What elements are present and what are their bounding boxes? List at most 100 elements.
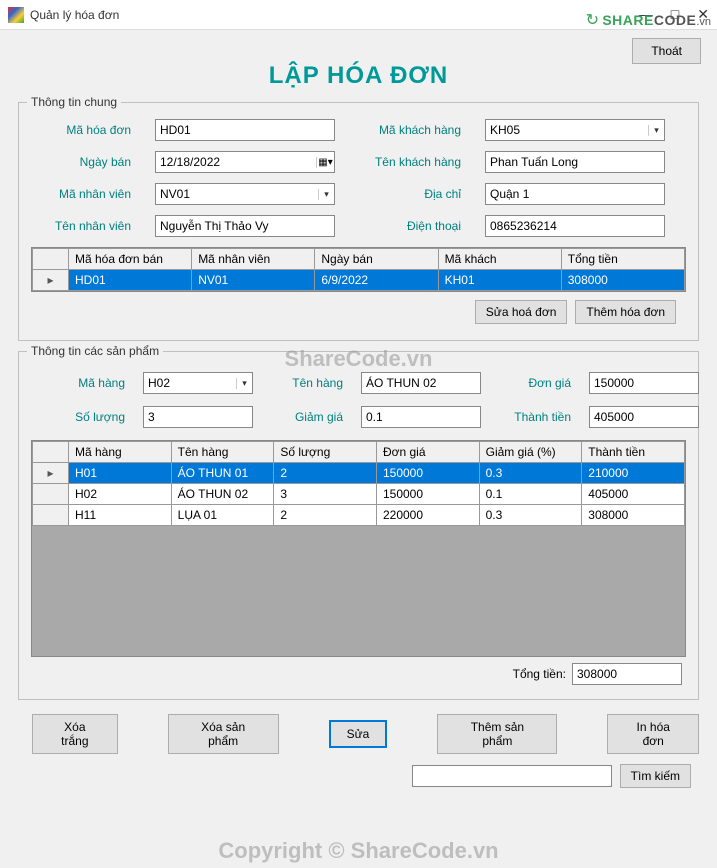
table-cell[interactable]: 150000 [376, 463, 479, 484]
products-legend: Thông tin các sản phẩm [27, 344, 163, 358]
delete-product-button[interactable]: Xóa sản phẩm [168, 714, 279, 754]
watermark-copyright: Copyright © ShareCode.vn [0, 838, 717, 864]
table-cell[interactable]: H02 [69, 484, 172, 505]
combo-mahang-input[interactable] [144, 373, 236, 393]
table-row[interactable]: H02ÁO THUN 0231500000.1405000 [33, 484, 685, 505]
table-cell[interactable]: 0.3 [479, 463, 582, 484]
page-title: LẬP HÓA ĐƠN [8, 62, 709, 90]
table-cell[interactable]: ÁO THUN 02 [171, 484, 274, 505]
invoice-grid[interactable]: Mã hóa đơn bánMã nhân viênNgày bánMã khá… [31, 247, 686, 292]
label-tenhang: Tên hàng [267, 376, 347, 390]
input-tennv[interactable] [155, 215, 335, 237]
input-total[interactable] [572, 663, 682, 685]
label-giamgia: Giảm giá [267, 410, 347, 424]
label-ngayban: Ngày bán [35, 155, 135, 169]
add-product-button[interactable]: Thêm sản phẩm [437, 714, 557, 754]
table-cell[interactable]: 0.1 [479, 484, 582, 505]
column-header[interactable]: Mã hàng [69, 442, 172, 463]
column-header[interactable]: Tổng tiền [561, 249, 684, 270]
general-legend: Thông tin chung [27, 95, 121, 109]
calendar-icon[interactable]: ▦▾ [316, 157, 334, 168]
input-giamgia[interactable] [361, 406, 481, 428]
datepicker-ngayban[interactable]: ▦▾ [155, 151, 335, 173]
table-cell[interactable]: LỤA 01 [171, 505, 274, 526]
product-grid[interactable]: Mã hàngTên hàngSố lượngĐơn giáGiảm giá (… [31, 440, 686, 657]
table-cell[interactable]: NV01 [192, 270, 315, 291]
invoice-button-row: Sửa hoá đơn Thêm hóa đơn [31, 300, 676, 324]
table-cell[interactable]: 3 [274, 484, 377, 505]
client-area: Thoát LẬP HÓA ĐƠN Thông tin chung Mã hóa… [0, 30, 717, 868]
chevron-down-icon[interactable]: ▾ [236, 378, 252, 389]
table-cell[interactable]: KH01 [438, 270, 561, 291]
label-diachi: Địa chỉ [355, 187, 465, 201]
table-cell[interactable]: 405000 [582, 484, 685, 505]
combo-mahang[interactable]: ▾ [143, 372, 253, 394]
column-header[interactable]: Mã hóa đơn bán [69, 249, 192, 270]
table-cell[interactable]: H11 [69, 505, 172, 526]
table-cell[interactable]: 2 [274, 463, 377, 484]
input-diachi[interactable] [485, 183, 665, 205]
table-cell[interactable]: 150000 [376, 484, 479, 505]
row-indicator[interactable] [33, 505, 69, 526]
input-tenhang[interactable] [361, 372, 481, 394]
table-row[interactable]: ▸H01ÁO THUN 0121500000.3210000 [33, 463, 685, 484]
chevron-down-icon[interactable]: ▾ [318, 189, 334, 200]
column-header[interactable]: Mã khách [438, 249, 561, 270]
search-row: Tìm kiếm [8, 764, 691, 788]
column-header[interactable]: Thành tiền [582, 442, 685, 463]
column-header[interactable]: Ngày bán [315, 249, 438, 270]
table-cell[interactable]: H01 [69, 463, 172, 484]
clear-button[interactable]: Xóa trắng [32, 714, 118, 754]
print-invoice-button[interactable]: In hóa đơn [607, 714, 699, 754]
table-cell[interactable]: 308000 [561, 270, 684, 291]
label-thanhtien: Thành tiền [495, 410, 575, 424]
add-invoice-button[interactable]: Thêm hóa đơn [575, 300, 676, 324]
row-header-blank [33, 442, 69, 463]
exit-button[interactable]: Thoát [632, 38, 701, 64]
grid-filler [32, 526, 685, 656]
chevron-down-icon[interactable]: ▾ [648, 125, 664, 136]
search-input[interactable] [412, 765, 612, 787]
combo-manv[interactable]: ▾ [155, 183, 335, 205]
label-tennv: Tên nhân viên [35, 219, 135, 233]
table-cell[interactable]: 220000 [376, 505, 479, 526]
search-button[interactable]: Tìm kiếm [620, 764, 691, 788]
label-mahang: Mã hàng [39, 376, 129, 390]
table-cell[interactable]: ÁO THUN 01 [171, 463, 274, 484]
general-groupbox: Thông tin chung Mã hóa đơn Mã khách hàng… [18, 102, 699, 341]
table-row[interactable]: ▸HD01NV016/9/2022KH01308000 [33, 270, 685, 291]
combo-manv-input[interactable] [156, 184, 318, 204]
edit-invoice-button[interactable]: Sửa hoá đơn [475, 300, 568, 324]
row-indicator[interactable]: ▸ [33, 463, 69, 484]
table-cell[interactable]: 2 [274, 505, 377, 526]
input-dienthoai[interactable] [485, 215, 665, 237]
column-header[interactable]: Đơn giá [376, 442, 479, 463]
input-tenkh[interactable] [485, 151, 665, 173]
table-cell[interactable]: 308000 [582, 505, 685, 526]
label-soluong: Số lượng [39, 410, 129, 424]
general-form: Mã hóa đơn Mã khách hàng ▾ Ngày bán ▦▾ T… [31, 113, 686, 247]
row-indicator[interactable]: ▸ [33, 270, 69, 291]
column-header[interactable]: Mã nhân viên [192, 249, 315, 270]
column-header[interactable]: Tên hàng [171, 442, 274, 463]
column-header[interactable]: Số lượng [274, 442, 377, 463]
label-tenkh: Tên khách hàng [355, 155, 465, 169]
table-cell[interactable]: 6/9/2022 [315, 270, 438, 291]
input-soluong[interactable] [143, 406, 253, 428]
products-groupbox: Thông tin các sản phẩm Mã hàng ▾ Tên hàn… [18, 351, 699, 700]
table-cell[interactable]: HD01 [69, 270, 192, 291]
input-dongia[interactable] [589, 372, 699, 394]
table-row[interactable]: H11LỤA 0122200000.3308000 [33, 505, 685, 526]
edit-button[interactable]: Sửa [329, 720, 388, 748]
table-cell[interactable]: 210000 [582, 463, 685, 484]
datepicker-ngayban-input[interactable] [156, 152, 316, 172]
row-indicator[interactable] [33, 484, 69, 505]
row-header-blank [33, 249, 69, 270]
input-mahd[interactable] [155, 119, 335, 141]
input-thanhtien[interactable] [589, 406, 699, 428]
combo-makh-input[interactable] [486, 120, 648, 140]
table-cell[interactable]: 0.3 [479, 505, 582, 526]
combo-makh[interactable]: ▾ [485, 119, 665, 141]
label-manv: Mã nhân viên [35, 187, 135, 201]
column-header[interactable]: Giảm giá (%) [479, 442, 582, 463]
